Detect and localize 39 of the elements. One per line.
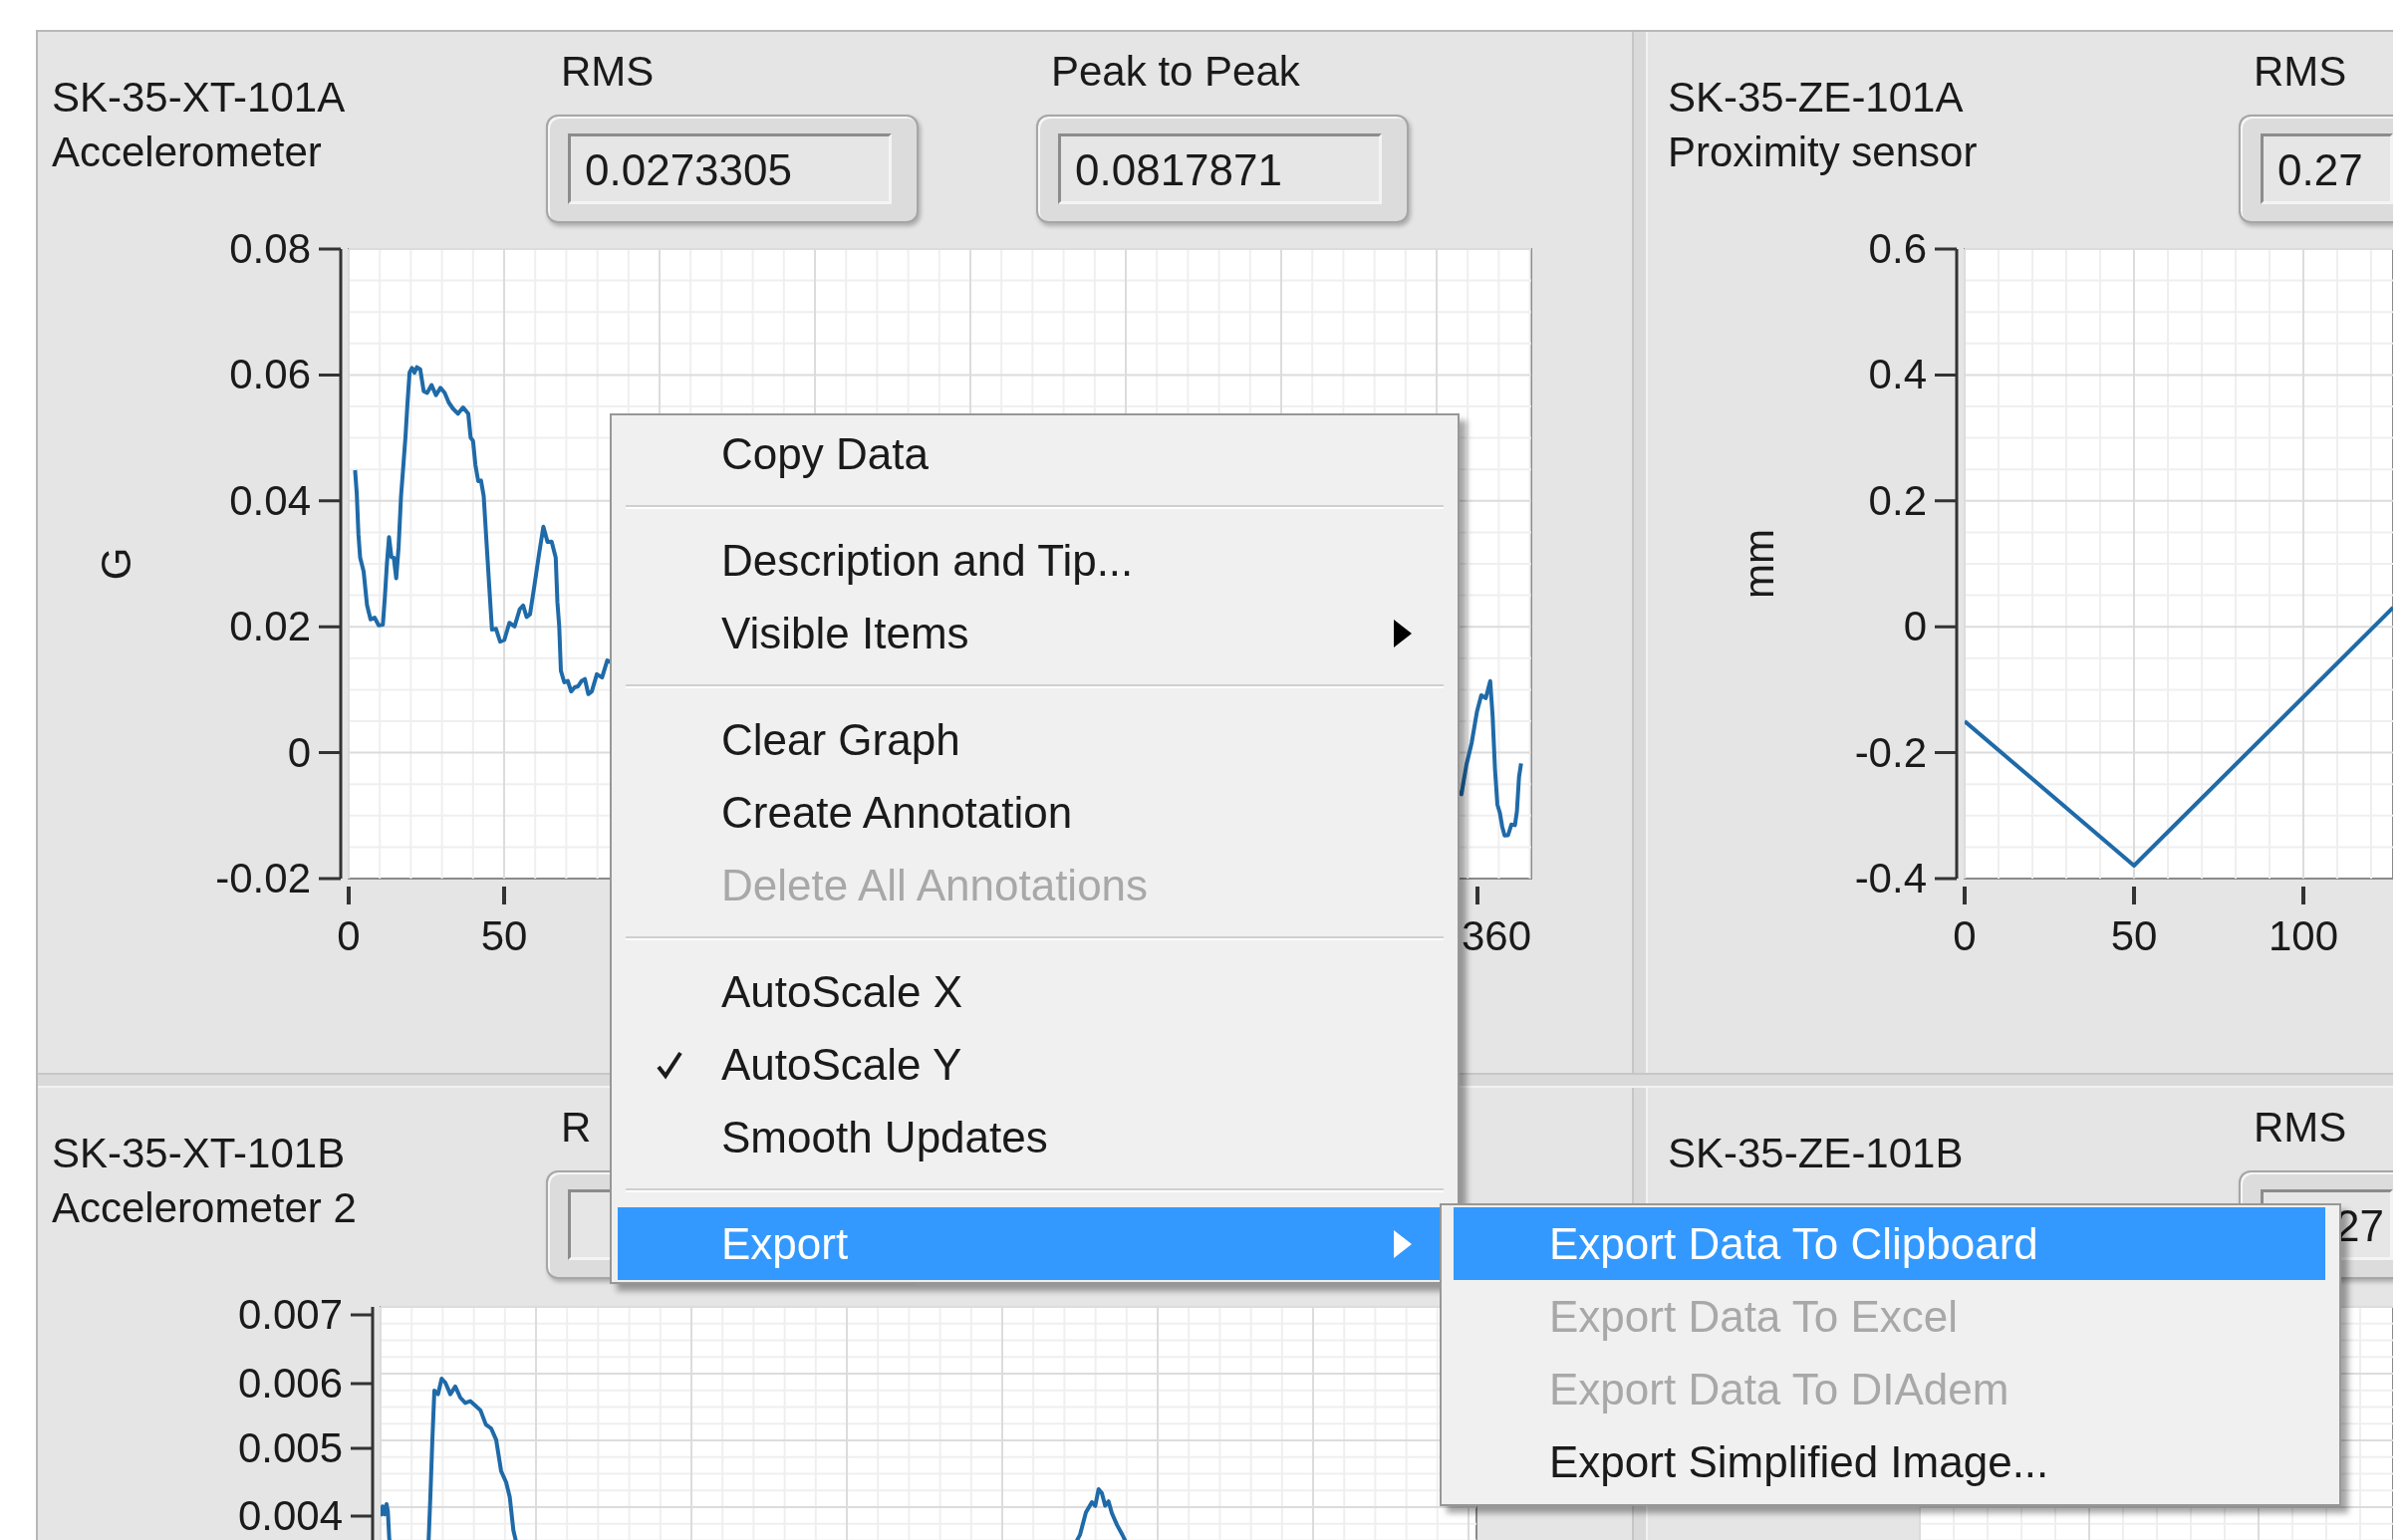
axis-tick-label: 100 bbox=[2268, 912, 2339, 959]
axis-tick-label: 0.4 bbox=[1868, 351, 1927, 398]
axis-tick-label: 0 bbox=[1903, 603, 1927, 650]
axis-tick-label: -0.02 bbox=[215, 855, 311, 901]
axis-tick-label: 0.004 bbox=[237, 1492, 343, 1539]
axis-tick-label: 0.006 bbox=[237, 1360, 343, 1407]
sensor-name: SK-35-ZE-101A bbox=[1668, 73, 1965, 123]
axis-tick-label: 0.007 bbox=[237, 1291, 343, 1338]
sensor-name: SK-35-XT-101B bbox=[52, 1129, 347, 1178]
sensor-name: SK-35-ZE-101B bbox=[1668, 1129, 1965, 1178]
axis-tick-label: 0.6 bbox=[1868, 231, 1927, 272]
numeric-indicator: 0.0817871 bbox=[1036, 115, 1409, 223]
axis-tick-label: 0.02 bbox=[229, 603, 311, 650]
axis-title: mm bbox=[1736, 529, 1782, 599]
axis-tick-label: 0.06 bbox=[229, 351, 311, 398]
sensor-type: Accelerometer 2 bbox=[52, 1183, 358, 1233]
axis-tick-label: 0 bbox=[287, 728, 311, 776]
axis-tick-label: -0.4 bbox=[1854, 855, 1927, 901]
axis-title: G bbox=[93, 547, 139, 581]
numeric-indicator: 0.27 bbox=[2239, 115, 2393, 223]
numeric-indicator: 0.0273305 bbox=[546, 115, 919, 223]
axis-tick-label: 360 bbox=[1461, 912, 1532, 959]
readout-label: R bbox=[560, 1103, 592, 1153]
sensor-name: SK-35-XT-101A bbox=[52, 73, 347, 123]
axis-tick-label: 0.005 bbox=[237, 1424, 343, 1471]
axis-tick-label: 0.2 bbox=[1868, 476, 1927, 524]
axis-tick-label: -0.2 bbox=[1854, 728, 1927, 776]
sensor-type: Proximity sensor bbox=[1668, 128, 1979, 177]
axis-tick-label: 0.08 bbox=[229, 231, 311, 272]
readout-label: RMS bbox=[560, 47, 655, 97]
readout-label: Peak to Peak bbox=[1050, 47, 1300, 97]
axis-tick-label: 0 bbox=[337, 912, 361, 959]
axis-tick-label: 0 bbox=[1953, 912, 1977, 959]
sensor-type: Accelerometer bbox=[52, 128, 323, 177]
readout-label: RMS bbox=[2253, 1103, 2347, 1153]
readout-label: RMS bbox=[2253, 47, 2347, 97]
axis-tick-label: 0.04 bbox=[229, 476, 311, 524]
axis-tick-label: 50 bbox=[480, 912, 528, 959]
axis-tick-label: 50 bbox=[2110, 912, 2158, 959]
